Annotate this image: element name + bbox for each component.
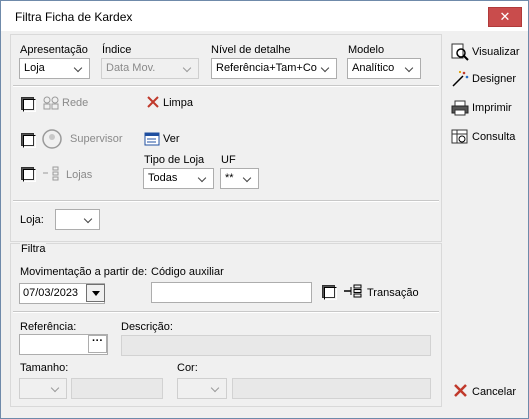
kardex-filter-window: Filtra Ficha de Kardex ✕ Apresentação Ín… (0, 0, 529, 419)
transaction-icon (344, 284, 362, 298)
window-icon (144, 132, 160, 146)
uf-label: UF (221, 154, 236, 166)
tipo-loja-select[interactable]: Todas (143, 168, 214, 189)
apresentacao-select[interactable]: Loja (19, 58, 90, 79)
nivel-label: Nível de detalhe (211, 44, 291, 56)
movimentacao-value: 07/03/2023 (23, 287, 79, 299)
chevron-down-icon (318, 59, 334, 78)
supervisor-icon (42, 129, 62, 149)
descricao-label: Descrição: (121, 321, 173, 333)
imprimir-button[interactable]: Imprimir (451, 99, 523, 117)
visualizar-label: Visualizar (472, 46, 520, 58)
chevron-down-icon (402, 59, 418, 78)
apresentacao-label: Apresentação (20, 44, 88, 56)
tamanho-label: Tamanho: (20, 362, 69, 374)
codigo-label: Código auxiliar (151, 266, 224, 278)
cancelar-label: Cancelar (472, 386, 517, 398)
chevron-down-icon (208, 379, 224, 398)
tipo-loja-label: Tipo de Loja (144, 154, 205, 166)
loja-select[interactable] (55, 209, 100, 230)
modelo-value: Analítico (352, 62, 395, 74)
window-title: Filtra Ficha de Kardex (15, 10, 133, 24)
consulta-label: Consulta (472, 131, 516, 143)
descricao-input[interactable] (121, 335, 431, 356)
tamanho-desc-input[interactable] (71, 378, 163, 399)
title-bar: Filtra Ficha de Kardex ✕ (1, 1, 528, 31)
nivel-select[interactable]: Referência+Tam+Co (211, 58, 337, 79)
cor-select[interactable] (177, 378, 227, 399)
stores-icon (43, 166, 59, 181)
preview-magnifier-icon (451, 43, 469, 61)
designer-label: Designer (472, 73, 517, 85)
cor-label: Cor: (177, 362, 198, 374)
designer-wand-icon (452, 70, 469, 87)
clear-x-icon (147, 96, 159, 108)
printer-icon (451, 100, 469, 116)
chevron-down-icon (48, 379, 64, 398)
cancel-x-icon (454, 384, 467, 397)
uf-select[interactable]: ** (220, 168, 259, 189)
divider (13, 85, 439, 87)
tamanho-select[interactable] (19, 378, 67, 399)
indice-select[interactable]: Data Mov. (101, 58, 199, 79)
chevron-down-icon (81, 210, 97, 229)
supervisor-label: Supervisor (70, 133, 123, 145)
close-button[interactable]: ✕ (488, 7, 522, 27)
rede-checkbox[interactable] (21, 97, 36, 112)
designer-button[interactable]: Designer (451, 70, 523, 88)
imprimir-label: Imprimir (472, 102, 512, 114)
uf-value: ** (225, 172, 234, 184)
modelo-label: Modelo (348, 44, 385, 56)
loja-label: Loja: (20, 214, 44, 226)
consulta-button[interactable]: Consulta (451, 128, 523, 146)
chevron-down-icon (240, 169, 256, 188)
rede-label: Rede (62, 97, 89, 109)
divider (13, 311, 439, 313)
divider (13, 200, 439, 202)
chevron-down-icon (180, 59, 196, 78)
chevron-down-icon (71, 59, 87, 78)
referencia-lookup-button[interactable]: ··· (88, 335, 107, 353)
cor-desc-input[interactable] (232, 378, 431, 399)
cancelar-button[interactable]: Cancelar (453, 383, 523, 401)
transacao-label: Transação (367, 287, 419, 299)
referencia-label: Referência: (20, 321, 77, 333)
date-dropdown-button[interactable] (86, 284, 105, 302)
transacao-checkbox[interactable] (322, 285, 337, 300)
indice-value: Data Mov. (106, 62, 156, 74)
visualizar-button[interactable]: Visualizar (451, 43, 523, 61)
chevron-down-icon (195, 169, 211, 188)
tipo-loja-value: Todas (148, 172, 178, 184)
limpa-button[interactable]: Limpa (163, 97, 193, 109)
codigo-input[interactable] (151, 282, 312, 303)
consulta-grid-icon (451, 129, 468, 144)
lojas-checkbox[interactable] (21, 167, 36, 182)
nivel-value: Referência+Tam+Co (216, 62, 317, 74)
network-icon (43, 96, 59, 110)
lojas-label: Lojas (66, 169, 93, 181)
filtra-title: Filtra (20, 243, 47, 255)
apresentacao-value: Loja (24, 62, 45, 74)
modelo-select[interactable]: Analítico (347, 58, 421, 79)
indice-label: Índice (102, 44, 132, 56)
movimentacao-label: Movimentação a partir de: (20, 266, 148, 278)
ver-button[interactable]: Ver (163, 133, 180, 145)
supervisor-checkbox[interactable] (21, 133, 36, 148)
